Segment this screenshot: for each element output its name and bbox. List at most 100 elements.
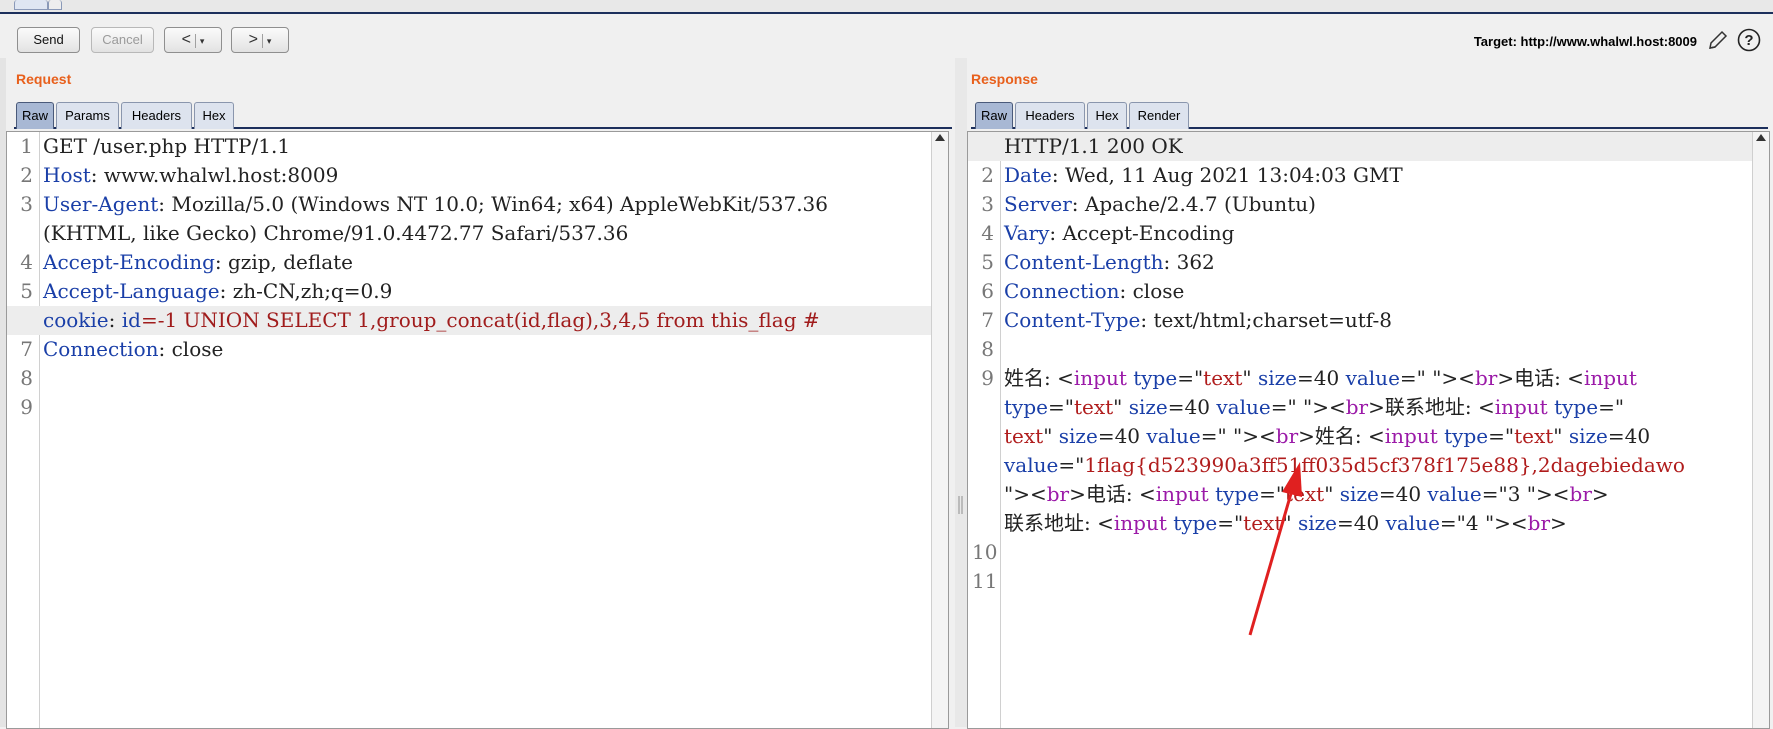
code-line[interactable]: Connection: close bbox=[7, 335, 948, 364]
code-text: GET /user.php HTTP/1.1 bbox=[43, 132, 290, 161]
code-token: =" bbox=[1259, 482, 1286, 506]
code-text: value="1flag{d523990a3ff51ff035d5cf378f1… bbox=[1004, 451, 1685, 480]
request-tab-headers[interactable]: Headers bbox=[121, 102, 192, 129]
code-line[interactable]: Date: Wed, 11 Aug 2021 13:04:03 GMT bbox=[968, 161, 1769, 190]
code-line[interactable]: cookie: id=-1 UNION SELECT 1,group_conca… bbox=[7, 306, 948, 335]
code-line[interactable] bbox=[7, 393, 948, 422]
code-token: Content-Type bbox=[1004, 308, 1141, 332]
code-token: type bbox=[1208, 482, 1260, 506]
code-token: text bbox=[1073, 395, 1114, 419]
response-tab-raw[interactable]: Raw bbox=[975, 102, 1013, 129]
code-token: =" bbox=[1598, 395, 1625, 419]
code-line[interactable] bbox=[7, 364, 948, 393]
code-line[interactable]: Content-Length: 362 bbox=[968, 248, 1769, 277]
code-line[interactable] bbox=[968, 335, 1769, 364]
code-token: input bbox=[1384, 424, 1438, 448]
response-scrollbar[interactable] bbox=[1752, 132, 1769, 728]
separator bbox=[194, 33, 196, 48]
code-token: =" bbox=[1217, 511, 1244, 535]
code-line[interactable]: Connection: close bbox=[968, 277, 1769, 306]
cancel-button[interactable]: Cancel bbox=[91, 27, 154, 53]
code-token: input bbox=[1583, 366, 1637, 390]
request-tab-params[interactable]: Params bbox=[56, 102, 119, 129]
code-token: id bbox=[121, 308, 141, 332]
code-line[interactable]: (KHTML, like Gecko) Chrome/91.0.4472.77 … bbox=[7, 219, 948, 248]
code-line[interactable]: Accept-Encoding: gzip, deflate bbox=[7, 248, 948, 277]
send-button[interactable]: Send bbox=[17, 27, 80, 53]
request-tab-raw[interactable]: Raw bbox=[16, 102, 54, 129]
code-token: size bbox=[1257, 366, 1297, 390]
dropdown-arrow-icon[interactable]: ▾ bbox=[267, 36, 272, 46]
code-token: type bbox=[1437, 424, 1489, 448]
code-token: : bbox=[108, 308, 122, 332]
code-line[interactable]: Accept-Language: zh-CN,zh;q=0.9 bbox=[7, 277, 948, 306]
code-line[interactable]: value="1flag{d523990a3ff51ff035d5cf378f1… bbox=[968, 451, 1769, 480]
code-token: size bbox=[1339, 482, 1379, 506]
code-token: =40 bbox=[1607, 424, 1651, 448]
request-tab-hex[interactable]: Hex bbox=[194, 102, 234, 129]
code-token: : Accept-Encoding bbox=[1049, 221, 1235, 245]
code-text: User-Agent: Mozilla/5.0 (Windows NT 10.0… bbox=[43, 190, 828, 219]
code-line[interactable]: User-Agent: Mozilla/5.0 (Windows NT 10.0… bbox=[7, 190, 948, 219]
code-token: type bbox=[1004, 395, 1048, 419]
scroll-up-icon[interactable] bbox=[935, 134, 945, 141]
code-token: GET /user.php HTTP/1.1 bbox=[43, 134, 291, 158]
code-token: br bbox=[1527, 511, 1551, 535]
code-token: " bbox=[1282, 511, 1298, 535]
code-token: 联系地址: < bbox=[1004, 511, 1114, 535]
code-token: br bbox=[1046, 482, 1070, 506]
code-token: " bbox=[1043, 424, 1059, 448]
code-token: Server bbox=[1004, 192, 1072, 216]
code-text: Content-Type: text/html;charset=utf-8 bbox=[1004, 306, 1392, 335]
splitter-grip-icon[interactable] bbox=[958, 496, 963, 514]
code-text: Connection: close bbox=[43, 335, 223, 364]
back-button[interactable]: < ▾ bbox=[164, 27, 222, 53]
window-tab[interactable] bbox=[48, 0, 62, 10]
code-token: br bbox=[1569, 482, 1592, 506]
code-token: 姓名: < bbox=[1004, 366, 1074, 390]
code-token: value bbox=[1427, 482, 1482, 506]
code-line[interactable]: Server: Apache/2.4.7 (Ubuntu) bbox=[968, 190, 1769, 219]
code-token: =" bbox=[1177, 366, 1204, 390]
pane-splitter[interactable] bbox=[955, 58, 967, 727]
response-editor[interactable]: 1234567891011 HTTP/1.1 200 OKDate: Wed, … bbox=[967, 131, 1770, 729]
dropdown-arrow-icon[interactable]: ▾ bbox=[200, 36, 205, 46]
code-text: Content-Length: 362 bbox=[1004, 248, 1215, 277]
code-line[interactable]: Host: www.whalwl.host:8009 bbox=[7, 161, 948, 190]
target-label: Target: http://www.whalwl.host:8009 bbox=[1473, 34, 1697, 49]
code-line[interactable]: "><br>电话: <input type="text" size=40 val… bbox=[968, 480, 1769, 509]
code-token: Connection bbox=[43, 337, 159, 361]
code-line[interactable]: 联系地址: <input type="text" size=40 value="… bbox=[968, 509, 1769, 538]
pencil-icon[interactable] bbox=[1706, 28, 1730, 52]
response-tab-render[interactable]: Render bbox=[1129, 102, 1189, 129]
code-line[interactable]: type="text" size=40 value=" "><br>联系地址: … bbox=[968, 393, 1769, 422]
response-tab-hex[interactable]: Hex bbox=[1087, 102, 1127, 129]
code-line[interactable]: Content-Type: text/html;charset=utf-8 bbox=[968, 306, 1769, 335]
code-token: value bbox=[1345, 366, 1400, 390]
code-line[interactable] bbox=[968, 538, 1769, 567]
code-text: Accept-Encoding: gzip, deflate bbox=[43, 248, 353, 277]
code-line[interactable]: HTTP/1.1 200 OK bbox=[968, 132, 1769, 161]
code-token: size bbox=[1058, 424, 1098, 448]
code-line[interactable]: GET /user.php HTTP/1.1 bbox=[7, 132, 948, 161]
scroll-up-icon[interactable] bbox=[1756, 134, 1766, 141]
code-line[interactable]: 姓名: <input type="text" size=40 value=" "… bbox=[968, 364, 1769, 393]
help-icon[interactable]: ? bbox=[1737, 28, 1761, 52]
forward-button[interactable]: > ▾ bbox=[231, 27, 289, 53]
code-token: 1flag{d523990a3ff51ff035d5cf378f175e88},… bbox=[1084, 453, 1685, 477]
response-tab-headers[interactable]: Headers bbox=[1015, 102, 1085, 129]
code-line[interactable]: Vary: Accept-Encoding bbox=[968, 219, 1769, 248]
code-text: 姓名: <input type="text" size=40 value=" "… bbox=[1004, 364, 1637, 393]
code-token: text bbox=[1514, 424, 1554, 448]
code-line[interactable]: text" size=40 value=" "><br>姓名: <input t… bbox=[968, 422, 1769, 451]
code-token: Host bbox=[43, 163, 91, 187]
window-tab[interactable] bbox=[14, 0, 48, 10]
code-token: > bbox=[1550, 511, 1567, 535]
request-editor[interactable]: 123456789 GET /user.php HTTP/1.1Host: ww… bbox=[6, 131, 949, 729]
code-token: >电话: < bbox=[1069, 482, 1156, 506]
request-scrollbar[interactable] bbox=[931, 132, 948, 728]
code-line[interactable] bbox=[968, 567, 1769, 596]
code-token: size bbox=[1128, 395, 1168, 419]
code-token: : zh-CN,zh;q=0.9 bbox=[219, 279, 393, 303]
code-token: > bbox=[1591, 482, 1609, 506]
